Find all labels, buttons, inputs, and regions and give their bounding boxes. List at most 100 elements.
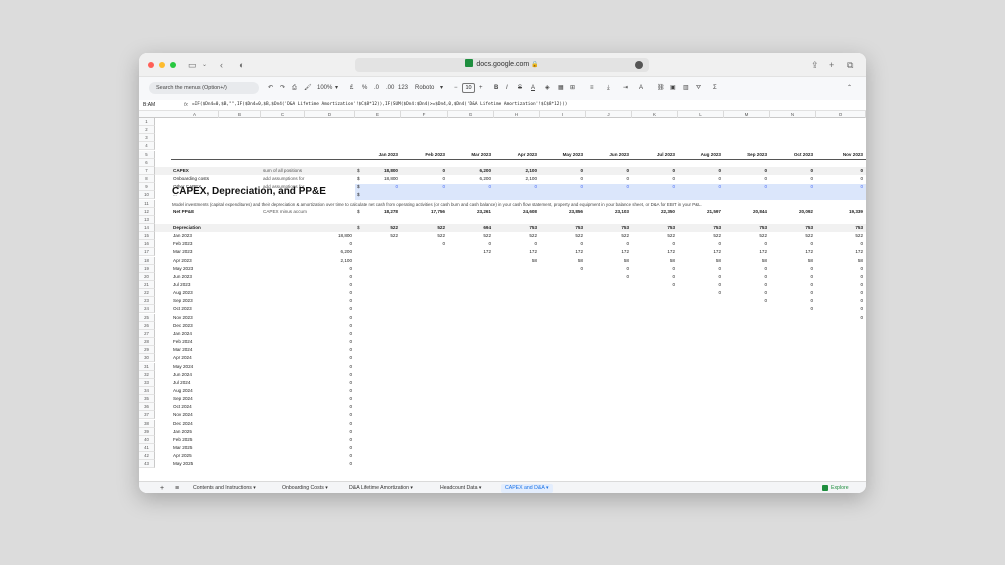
- percent-format-button[interactable]: %: [362, 83, 367, 93]
- print-icon[interactable]: ⎙: [292, 83, 297, 93]
- back-icon[interactable]: ‹: [220, 59, 223, 71]
- close-window-button[interactable]: [148, 62, 154, 68]
- row-header-40[interactable]: 40: [139, 435, 155, 444]
- address-bar[interactable]: docs.google.com 🔒: [355, 58, 649, 72]
- font-size-input[interactable]: 10: [462, 83, 475, 93]
- column-header-h[interactable]: H: [494, 111, 540, 118]
- font-select[interactable]: Roboto: [415, 83, 434, 93]
- chevron-down-icon[interactable]: ⌄: [202, 59, 207, 71]
- increase-decimal-button[interactable]: .00: [386, 83, 394, 93]
- row-header-41[interactable]: 41: [139, 444, 155, 452]
- row-header-20[interactable]: 20: [139, 272, 155, 281]
- row-header-9[interactable]: 9: [139, 183, 155, 192]
- menu-search-input[interactable]: Search the menus (Option+/): [149, 82, 259, 94]
- functions-icon[interactable]: Σ: [713, 83, 717, 93]
- column-header-f[interactable]: F: [401, 111, 448, 118]
- all-sheets-button[interactable]: ≡: [175, 484, 179, 493]
- row-header-37[interactable]: 37: [139, 411, 155, 420]
- decrease-decimal-button[interactable]: .0: [374, 83, 379, 93]
- formula-input[interactable]: =IF($Dn4=0,$B,"",IF($Dn4=0,$B,$Dn4('D&A …: [192, 102, 567, 107]
- fill-color-icon[interactable]: ◈: [545, 83, 550, 93]
- row-header-43[interactable]: 43: [139, 460, 155, 469]
- column-header-o[interactable]: O: [816, 111, 866, 118]
- row-header-3[interactable]: 3: [139, 134, 155, 143]
- filter-icon[interactable]: ⛛: [696, 83, 701, 93]
- row-header-6[interactable]: 6: [139, 158, 155, 167]
- column-header-b[interactable]: B: [219, 111, 261, 118]
- row-header-39[interactable]: 39: [139, 427, 155, 436]
- row-header-22[interactable]: 22: [139, 289, 155, 298]
- horizontal-align-icon[interactable]: ≡: [590, 83, 594, 93]
- row-header-12[interactable]: 12: [139, 207, 155, 216]
- bold-button[interactable]: B: [494, 83, 498, 93]
- row-header-23[interactable]: 23: [139, 297, 155, 306]
- row-header-32[interactable]: 32: [139, 370, 155, 379]
- sheet-tab[interactable]: Headcount Data ▾: [440, 484, 482, 493]
- paint-format-icon[interactable]: 🖌: [304, 83, 312, 93]
- row-header-16[interactable]: 16: [139, 240, 155, 249]
- sheet-tab[interactable]: Onboarding Costs ▾: [282, 484, 328, 493]
- currency-format-button[interactable]: £: [350, 83, 353, 93]
- text-color-button[interactable]: A: [531, 83, 535, 93]
- zoom-window-button[interactable]: [170, 62, 176, 68]
- column-header-a[interactable]: A: [171, 111, 219, 118]
- row-header-5[interactable]: 5: [139, 150, 155, 159]
- row-header-30[interactable]: 30: [139, 354, 155, 363]
- row-header-36[interactable]: 36: [139, 403, 155, 412]
- explore-icon[interactable]: [822, 485, 828, 491]
- column-header-c[interactable]: C: [261, 111, 305, 118]
- collapse-toolbar-icon[interactable]: ⌃: [847, 83, 852, 93]
- row-header-14[interactable]: 14: [139, 223, 155, 232]
- font-chevron-icon[interactable]: ▾: [440, 83, 443, 93]
- text-rotation-icon[interactable]: A: [639, 83, 643, 93]
- more-formats-button[interactable]: 123: [398, 83, 408, 93]
- row-header-10[interactable]: 10: [139, 191, 155, 200]
- row-header-29[interactable]: 29: [139, 346, 155, 355]
- row-header-7[interactable]: 7: [139, 166, 155, 175]
- row-header-11[interactable]: 11: [139, 199, 155, 208]
- row-header-42[interactable]: 42: [139, 452, 155, 461]
- column-header-g[interactable]: G: [448, 111, 494, 118]
- column-header-d[interactable]: D: [305, 111, 355, 118]
- row-header-19[interactable]: 19: [139, 264, 155, 273]
- row-header-25[interactable]: 25: [139, 313, 155, 322]
- insert-comment-icon[interactable]: ▣: [670, 83, 676, 93]
- redo-icon[interactable]: ↷: [280, 83, 285, 93]
- row-header-8[interactable]: 8: [139, 175, 155, 184]
- borders-icon[interactable]: ▦: [558, 83, 564, 93]
- row-header-31[interactable]: 31: [139, 362, 155, 371]
- sheet-tab[interactable]: D&A Lifetime Amortization ▾: [349, 484, 413, 493]
- more-icon[interactable]: [635, 61, 643, 69]
- merge-cells-icon[interactable]: ⊞: [570, 83, 575, 93]
- row-header-21[interactable]: 21: [139, 281, 155, 289]
- explore-button[interactable]: Explore: [831, 484, 849, 493]
- row-header-38[interactable]: 38: [139, 419, 155, 428]
- strikethrough-button[interactable]: S: [518, 83, 522, 93]
- column-header-m[interactable]: M: [724, 111, 770, 118]
- row-header-33[interactable]: 33: [139, 378, 155, 387]
- zoom-select[interactable]: 100%: [317, 83, 332, 93]
- column-header-e[interactable]: E: [355, 111, 401, 118]
- row-header-1[interactable]: 1: [139, 118, 155, 126]
- increase-font-size-icon[interactable]: +: [479, 83, 483, 93]
- column-header-n[interactable]: N: [770, 111, 816, 118]
- row-header-26[interactable]: 26: [139, 321, 155, 330]
- insert-chart-icon[interactable]: ▥: [683, 83, 689, 93]
- row-header-15[interactable]: 15: [139, 232, 155, 241]
- text-wrap-icon[interactable]: ⇥: [623, 83, 628, 93]
- row-header-35[interactable]: 35: [139, 395, 155, 404]
- minimize-window-button[interactable]: [159, 62, 165, 68]
- column-header-k[interactable]: K: [632, 111, 678, 118]
- tabs-overview-icon[interactable]: ⧉: [847, 59, 853, 71]
- sheet-tab[interactable]: CAPEX and D&A ▾: [501, 484, 553, 493]
- italic-button[interactable]: I: [506, 83, 508, 93]
- row-header-24[interactable]: 24: [139, 305, 155, 314]
- share-icon[interactable]: ⇪: [811, 59, 819, 71]
- zoom-chevron-icon[interactable]: ▾: [335, 83, 338, 93]
- decrease-font-size-icon[interactable]: −: [454, 83, 458, 93]
- name-box[interactable]: B:AM: [143, 102, 155, 108]
- column-header-j[interactable]: J: [586, 111, 632, 118]
- row-header-2[interactable]: 2: [139, 126, 155, 135]
- column-header-i[interactable]: I: [540, 111, 586, 118]
- row-header-4[interactable]: 4: [139, 142, 155, 151]
